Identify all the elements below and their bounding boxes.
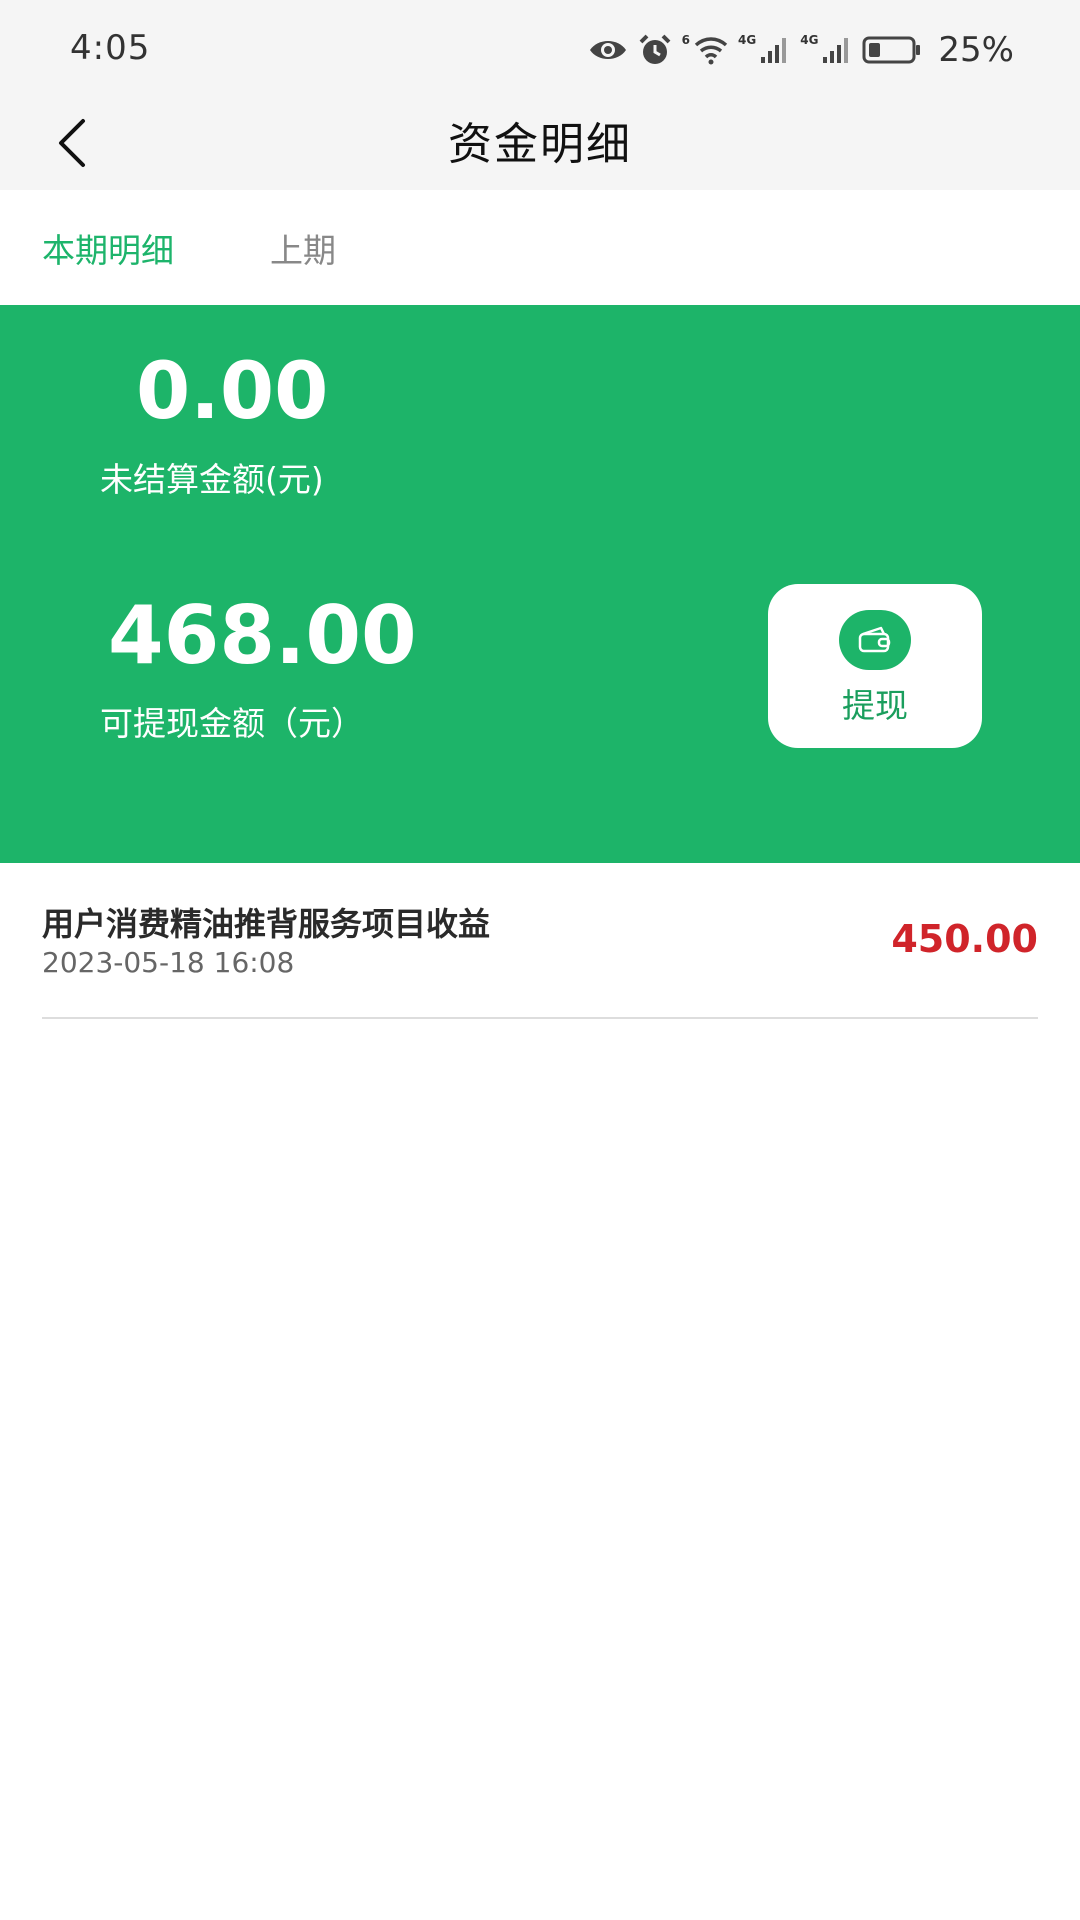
- withdrawable-label: 可提现金额（元）: [100, 704, 364, 743]
- list-item[interactable]: 用户消费精油推背服务项目收益 2023-05-18 16:08 450.00: [42, 863, 1038, 1019]
- transaction-title: 用户消费精油推背服务项目收益: [42, 905, 491, 943]
- wallet-icon: [839, 610, 911, 670]
- page-title: 资金明细: [448, 119, 632, 170]
- tab-current-period[interactable]: 本期明细: [42, 224, 174, 272]
- battery-icon: [862, 35, 922, 65]
- status-bar: 4:05 6 4G 4G 25%: [0, 0, 1080, 100]
- header: 资金明细: [0, 100, 1080, 190]
- withdraw-button[interactable]: 提现: [768, 584, 982, 748]
- status-time: 4:05: [70, 28, 151, 68]
- signal-icon: [822, 35, 852, 65]
- network-label: 4G: [800, 33, 819, 47]
- transaction-time: 2023-05-18 16:08: [42, 946, 295, 979]
- transaction-amount: 450.00: [891, 917, 1038, 961]
- alarm-icon: [638, 33, 672, 67]
- wifi-icon: [694, 35, 728, 65]
- battery-percent: 25%: [938, 30, 1014, 70]
- network-label: 6: [681, 33, 691, 47]
- status-icons: 6 4G 4G 25%: [588, 30, 1014, 70]
- tab-bar: 本期明细 上期: [0, 190, 1080, 305]
- unsettled-amount: 0.00: [136, 347, 329, 437]
- withdrawable-amount: 468.00: [108, 589, 417, 682]
- balance-summary: 0.00 未结算金额(元) 468.00 可提现金额（元） 提现: [0, 305, 1080, 863]
- tab-previous-period[interactable]: 上期: [270, 224, 336, 272]
- eye-icon: [588, 36, 628, 64]
- network-label: 4G: [738, 33, 757, 47]
- signal-icon: [760, 35, 790, 65]
- unsettled-label: 未结算金额(元): [100, 460, 324, 499]
- withdraw-button-label: 提现: [842, 686, 908, 725]
